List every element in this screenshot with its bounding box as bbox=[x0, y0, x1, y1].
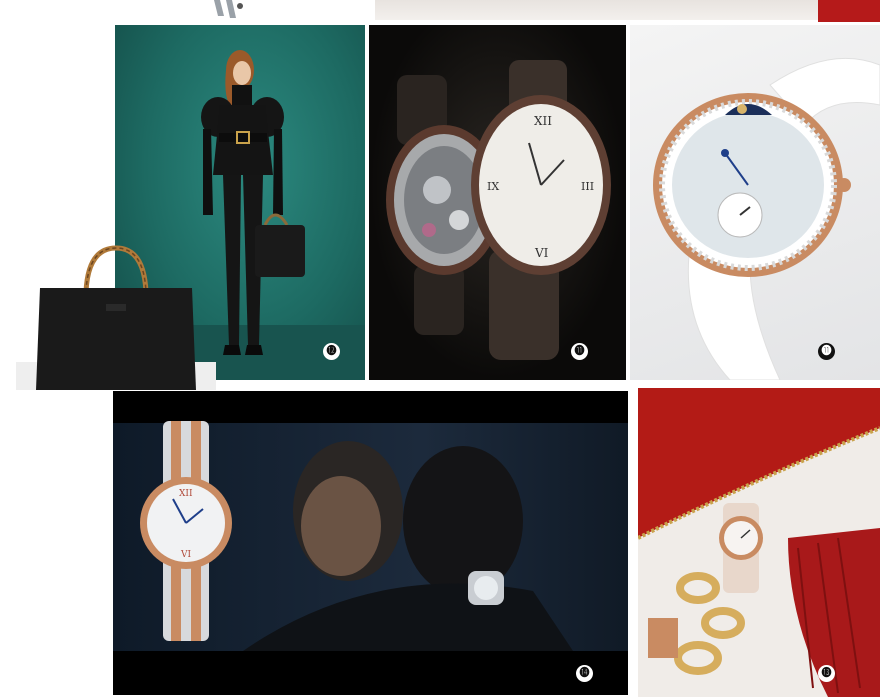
svg-text:XII: XII bbox=[534, 114, 552, 128]
red-bag-watch-photo: ⓭ bbox=[638, 388, 880, 697]
watch-pair-photo: XII III VI IX ⓫ bbox=[369, 25, 626, 380]
svg-text:IX: IX bbox=[487, 180, 499, 193]
top-bar-fragment bbox=[375, 0, 820, 20]
badge-11-pair: ⓫ bbox=[571, 343, 588, 360]
badge-14: ⓮ bbox=[576, 665, 593, 682]
film-still-photo: XII VI ⓮ bbox=[113, 391, 628, 695]
badge-11-ladies: ⓫ bbox=[818, 343, 835, 360]
red-bag-watch-illustration bbox=[638, 388, 880, 697]
film-scene-illustration: XII VI bbox=[140, 421, 573, 651]
svg-text:VI: VI bbox=[534, 246, 549, 260]
svg-text:XII: XII bbox=[179, 489, 193, 499]
bamboo-handbag bbox=[16, 240, 216, 392]
top-product-fragment bbox=[210, 0, 245, 18]
top-red-block bbox=[818, 0, 880, 22]
ladies-watch-photo: ⓫ bbox=[630, 25, 880, 380]
watch-pair-illustration: XII III VI IX bbox=[386, 60, 611, 360]
ladies-watch-illustration bbox=[653, 57, 880, 380]
badge-12: ⓬ bbox=[323, 343, 340, 360]
badge-13: ⓭ bbox=[818, 665, 835, 682]
svg-text:VI: VI bbox=[180, 550, 191, 560]
svg-text:III: III bbox=[581, 180, 594, 193]
